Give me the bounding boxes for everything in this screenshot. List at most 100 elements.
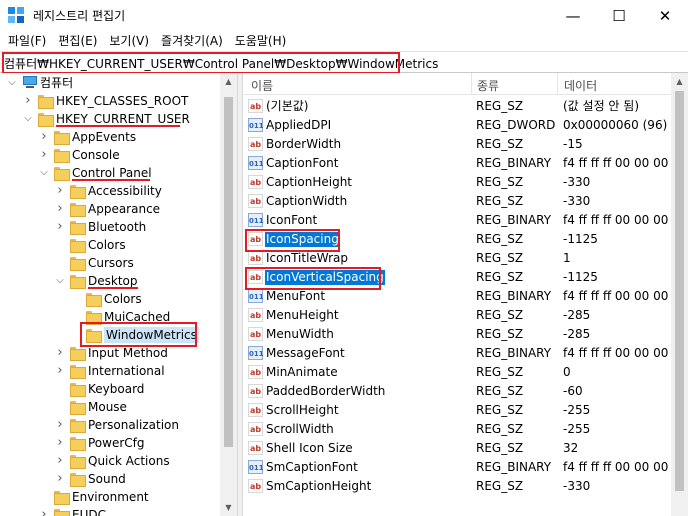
list-scroll-up-arrow[interactable]: ▲ bbox=[671, 73, 688, 90]
tree-item[interactable]: › Appearance bbox=[0, 200, 220, 218]
chevron-right-icon[interactable]: › bbox=[54, 418, 66, 432]
tree-item[interactable]: › HKEY_CLASSES_ROOT bbox=[0, 92, 220, 110]
tree-item[interactable]: › AppEvents bbox=[0, 128, 220, 146]
tree-scroll-thumb[interactable] bbox=[224, 97, 233, 447]
value-type: REG_SZ bbox=[476, 251, 524, 265]
chevron-down-icon[interactable]: ⌵ bbox=[38, 166, 50, 180]
column-separator[interactable] bbox=[471, 73, 472, 95]
table-row[interactable]: ab MenuWidth REG_SZ -285 bbox=[243, 325, 671, 344]
computer-icon bbox=[22, 76, 38, 89]
chevron-right-icon[interactable]: › bbox=[54, 346, 66, 360]
tree-item[interactable]: ⌵ 컴퓨터 bbox=[0, 74, 220, 92]
table-row[interactable]: ab (기본값) REG_SZ (값 설정 안 됨) bbox=[243, 97, 671, 116]
chevron-right-icon[interactable]: › bbox=[54, 472, 66, 486]
table-row[interactable]: 011 MenuFont REG_BINARY f4 ff ff ff 00 00 0… bbox=[243, 287, 671, 306]
column-type-header[interactable]: 종류 bbox=[477, 77, 499, 94]
chevron-right-icon[interactable]: › bbox=[54, 454, 66, 468]
table-row[interactable]: 011 AppliedDPI REG_DWORD 0x00000060 (96) bbox=[243, 116, 671, 135]
chevron-right-icon[interactable]: › bbox=[54, 436, 66, 450]
tree-scroll-down-arrow[interactable]: ▼ bbox=[220, 499, 237, 516]
chevron-right-icon[interactable]: › bbox=[22, 94, 34, 108]
tree-item[interactable]: › Quick Actions bbox=[0, 452, 220, 470]
menu-file[interactable]: 파일(F) bbox=[2, 31, 52, 51]
table-row[interactable]: ab IconVerticalSpacing REG_SZ -1125 bbox=[243, 268, 671, 287]
string-value-icon: ab bbox=[248, 194, 263, 208]
value-name: SmCaptionFont bbox=[266, 460, 358, 474]
registry-tree[interactable]: ⌵ 컴퓨터 › HKEY_CLASSES_ROOT ⌵ HKEY_CURRENT_USER… bbox=[0, 73, 237, 516]
tree-item[interactable]: Cursors bbox=[0, 254, 220, 272]
value-data: 1 bbox=[563, 251, 571, 265]
table-row[interactable]: 011 MessageFont REG_BINARY f4 ff ff ff 00 0… bbox=[243, 344, 671, 363]
tree-item[interactable]: Mouse bbox=[0, 398, 220, 416]
value-data: -255 bbox=[563, 403, 591, 417]
close-button[interactable]: ✕ bbox=[642, 0, 688, 31]
minimize-button[interactable]: — bbox=[550, 0, 596, 31]
table-row[interactable]: ab CaptionWidth REG_SZ -330 bbox=[243, 192, 671, 211]
chevron-right-icon[interactable]: › bbox=[38, 130, 50, 144]
tree-item[interactable]: ⌵ HKEY_CURRENT_USER bbox=[0, 110, 220, 128]
tree-item[interactable]: › International bbox=[0, 362, 220, 380]
value-name: MinAnimate bbox=[266, 365, 338, 379]
table-row[interactable]: ab SmCaptionHeight REG_SZ -330 bbox=[243, 477, 671, 496]
tree-item[interactable]: WindowMetrics bbox=[0, 326, 220, 344]
tree-item[interactable]: Keyboard bbox=[0, 380, 220, 398]
table-row[interactable]: ab ScrollHeight REG_SZ -255 bbox=[243, 401, 671, 420]
maximize-button[interactable]: ☐ bbox=[596, 0, 642, 31]
tree-item[interactable]: ⌵ Desktop bbox=[0, 272, 220, 290]
tree-item[interactable]: Colors bbox=[0, 236, 220, 254]
column-data-header[interactable]: 데이터 bbox=[564, 77, 597, 94]
table-row[interactable]: ab IconSpacing REG_SZ -1125 bbox=[243, 230, 671, 249]
chevron-down-icon[interactable]: ⌵ bbox=[22, 112, 34, 126]
menu-view[interactable]: 보기(V) bbox=[103, 31, 155, 51]
folder-icon bbox=[70, 184, 86, 199]
tree-item[interactable]: › Bluetooth bbox=[0, 218, 220, 236]
tree-item[interactable]: › Input Method bbox=[0, 344, 220, 362]
menu-help[interactable]: 도움말(H) bbox=[229, 31, 293, 51]
table-row[interactable]: ab Shell Icon Size REG_SZ 32 bbox=[243, 439, 671, 458]
table-row[interactable]: 011 SmCaptionFont REG_BINARY f4 ff ff ff 00… bbox=[243, 458, 671, 477]
chevron-right-icon[interactable]: › bbox=[54, 184, 66, 198]
chevron-right-icon[interactable]: › bbox=[54, 364, 66, 378]
column-name-header[interactable]: 이름 bbox=[251, 77, 273, 94]
tree-scrollbar[interactable]: ▲ ▼ bbox=[220, 73, 237, 516]
table-row[interactable]: 011 CaptionFont REG_BINARY f4 ff ff ff 00 0… bbox=[243, 154, 671, 173]
chevron-right-icon[interactable]: › bbox=[38, 508, 50, 516]
table-row[interactable]: ab IconTitleWrap REG_SZ 1 bbox=[243, 249, 671, 268]
tree-item[interactable]: MuiCached bbox=[0, 308, 220, 326]
tree-scroll-up-arrow[interactable]: ▲ bbox=[220, 73, 237, 90]
chevron-right-icon[interactable]: › bbox=[54, 202, 66, 216]
value-list[interactable]: 이름 종류 데이터 ab (기본값) REG_SZ (값 설정 안 됨) 011 Appl… bbox=[243, 73, 688, 516]
value-name: MenuHeight bbox=[266, 308, 339, 322]
chevron-down-icon[interactable]: ⌵ bbox=[6, 76, 18, 90]
chevron-right-icon[interactable]: › bbox=[54, 220, 66, 234]
menu-edit[interactable]: 편집(E) bbox=[52, 31, 103, 51]
tree-item[interactable]: › PowerCfg bbox=[0, 434, 220, 452]
table-row[interactable]: ab CaptionHeight REG_SZ -330 bbox=[243, 173, 671, 192]
menu-favorites[interactable]: 즐겨찾기(A) bbox=[155, 31, 229, 51]
tree-item[interactable]: › EUDC bbox=[0, 506, 220, 516]
tree-item[interactable]: Colors bbox=[0, 290, 220, 308]
tree-item[interactable]: › Accessibility bbox=[0, 182, 220, 200]
address-path[interactable]: 컴퓨터₩HKEY_CURRENT_USER₩Control Panel₩Desk… bbox=[4, 55, 438, 72]
table-row[interactable]: 011 IconFont REG_BINARY f4 ff ff ff 00 00 0… bbox=[243, 211, 671, 230]
table-row[interactable]: ab MenuHeight REG_SZ -285 bbox=[243, 306, 671, 325]
regedit-app-icon bbox=[8, 7, 26, 25]
string-value-icon: ab bbox=[248, 441, 263, 455]
folder-icon bbox=[70, 436, 86, 451]
table-row[interactable]: ab ScrollWidth REG_SZ -255 bbox=[243, 420, 671, 439]
list-scrollbar[interactable]: ▲ bbox=[671, 73, 688, 516]
tree-item[interactable]: ⌵ Control Panel bbox=[0, 164, 220, 182]
table-row[interactable]: ab BorderWidth REG_SZ -15 bbox=[243, 135, 671, 154]
tree-item[interactable]: › Console bbox=[0, 146, 220, 164]
table-row[interactable]: ab MinAnimate REG_SZ 0 bbox=[243, 363, 671, 382]
address-bar[interactable]: 컴퓨터₩HKEY_CURRENT_USER₩Control Panel₩Desk… bbox=[0, 51, 688, 74]
column-separator[interactable] bbox=[557, 73, 558, 95]
chevron-down-icon[interactable]: ⌵ bbox=[54, 274, 66, 288]
tree-item[interactable]: › Sound bbox=[0, 470, 220, 488]
list-scroll-thumb[interactable] bbox=[675, 91, 684, 491]
string-value-icon: ab bbox=[248, 422, 263, 436]
chevron-right-icon[interactable]: › bbox=[38, 148, 50, 162]
tree-item[interactable]: Environment bbox=[0, 488, 220, 506]
table-row[interactable]: ab PaddedBorderWidth REG_SZ -60 bbox=[243, 382, 671, 401]
tree-item[interactable]: › Personalization bbox=[0, 416, 220, 434]
